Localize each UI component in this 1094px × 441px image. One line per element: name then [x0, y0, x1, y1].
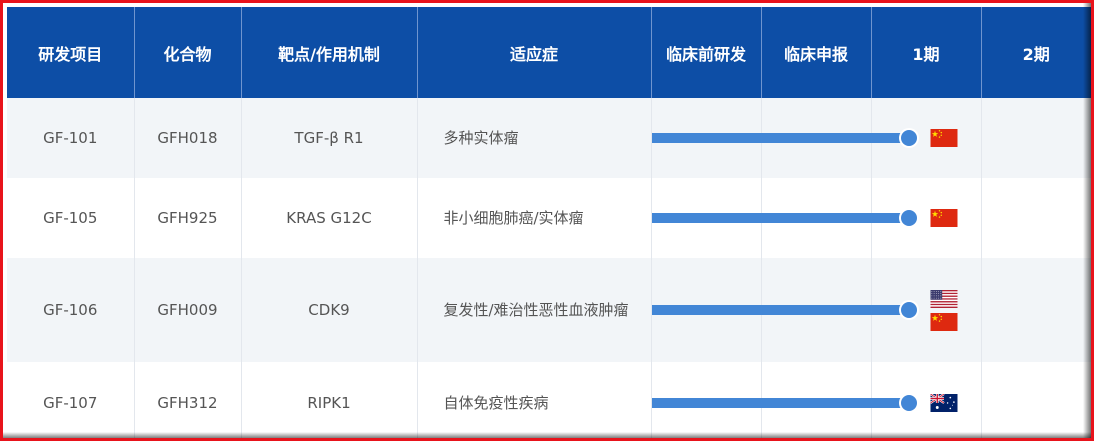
progress-marker: [900, 210, 917, 226]
china-flag-icon: [930, 312, 957, 331]
progress-bar: [651, 213, 909, 223]
progress-bar: [651, 398, 909, 408]
compound-cell: GFH009: [134, 258, 242, 362]
progress-cell: [651, 178, 957, 258]
target-cell: CDK9: [241, 258, 418, 362]
progress-cell: [981, 178, 1091, 258]
header-phase-1: 1期: [871, 7, 982, 98]
project-cell: GF-107: [7, 362, 135, 438]
target-cell: TGF-β R1: [241, 98, 418, 178]
frame-shadow-right: [1083, 3, 1091, 438]
progress-bar: [651, 305, 909, 315]
frame-shadow-bottom: [3, 432, 1091, 438]
progress-cell: [981, 98, 1091, 178]
header-row: 研发项目 化合物 靶点/作用机制 适应症 临床前研发 临床申报 1期 2期: [7, 7, 1091, 98]
region-flags: [929, 394, 958, 412]
progress-cell: [651, 362, 957, 438]
indication-cell: 自体免疫性疾病: [417, 362, 652, 438]
header-preclinical: 临床前研发: [651, 7, 762, 98]
table-row: GF-101 GFH018 TGF-β R1 多种实体瘤: [7, 98, 1091, 178]
usa-flag-icon: [930, 289, 957, 308]
progress-cell: [651, 98, 957, 178]
pipeline-table: 研发项目 化合物 靶点/作用机制 适应症 临床前研发 临床申报 1期 2期 GF…: [7, 7, 1091, 438]
header-project: 研发项目: [7, 7, 135, 98]
header-phase-2: 2期: [981, 7, 1091, 98]
indication-cell: 多种实体瘤: [417, 98, 652, 178]
indication-cell: 复发性/难治性恶性血液肿瘤: [417, 258, 652, 362]
project-cell: GF-101: [7, 98, 135, 178]
indication-cell: 非小细胞肺癌/实体瘤: [417, 178, 652, 258]
progress-cell: [981, 258, 1091, 362]
header-compound: 化合物: [134, 7, 242, 98]
compound-cell: GFH018: [134, 98, 242, 178]
australia-flag-icon: [929, 394, 957, 412]
china-flag-icon: [930, 129, 957, 147]
progress-marker: [900, 130, 917, 146]
progress-cell: [651, 258, 957, 362]
table-row: GF-107 GFH312 RIPK1 自体免疫性疾病: [7, 362, 1091, 438]
region-flags: [930, 289, 958, 331]
project-cell: GF-105: [7, 178, 135, 258]
pipeline-frame: 研发项目 化合物 靶点/作用机制 适应症 临床前研发 临床申报 1期 2期 GF…: [0, 0, 1094, 441]
header-target: 靶点/作用机制: [241, 7, 418, 98]
progress-marker: [900, 302, 917, 318]
table-row: GF-106 GFH009 CDK9 复发性/难治性恶性血液肿瘤: [7, 258, 1091, 362]
target-cell: KRAS G12C: [241, 178, 418, 258]
progress-marker: [900, 395, 917, 411]
compound-cell: GFH312: [134, 362, 242, 438]
header-indication: 适应症: [417, 7, 652, 98]
header-ind-filing: 临床申报: [761, 7, 872, 98]
progress-cell: [981, 362, 1091, 438]
project-cell: GF-106: [7, 258, 135, 362]
progress-bar: [651, 133, 909, 143]
region-flags: [930, 129, 958, 147]
china-flag-icon: [930, 209, 957, 227]
target-cell: RIPK1: [241, 362, 418, 438]
region-flags: [930, 209, 958, 227]
compound-cell: GFH925: [134, 178, 242, 258]
table-row: GF-105 GFH925 KRAS G12C 非小细胞肺癌/实体瘤: [7, 178, 1091, 258]
